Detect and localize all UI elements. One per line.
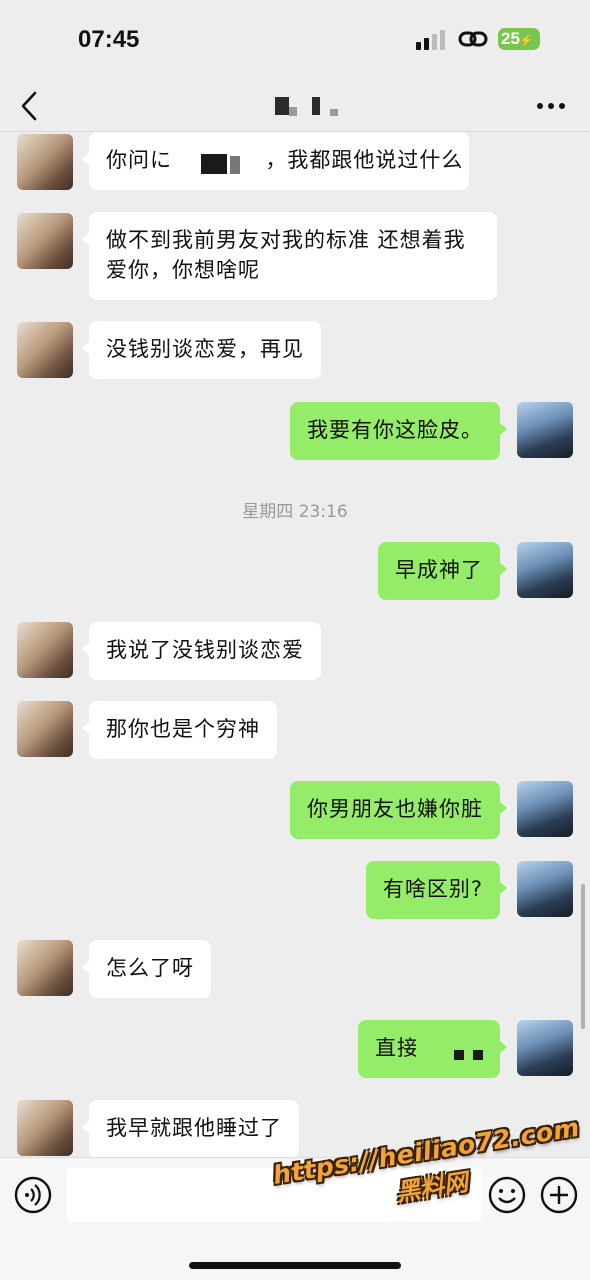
redaction-mosaic <box>201 154 227 174</box>
redaction-mosaic <box>230 156 240 174</box>
contact-avatar[interactable] <box>17 1100 73 1156</box>
nav-bar <box>0 80 590 132</box>
message-text: 怎么了呀 <box>106 956 194 980</box>
contact-avatar[interactable] <box>17 322 73 378</box>
message-bubble[interactable]: 我要有你这脸皮。 <box>290 402 507 460</box>
chat-area[interactable]: 你问に ，我都跟他说过什么 做不到我前男友对我的标准 还想着我爱你，你想啥呢 没… <box>0 132 590 1157</box>
message-bubble[interactable]: 直接 <box>358 1020 507 1078</box>
signal-icon <box>416 30 445 50</box>
message-bubble[interactable]: 做不到我前男友对我的标准 还想着我爱你，你想啥呢 <box>82 212 497 300</box>
message-bubble[interactable]: 你问に ，我都跟他说过什么 <box>82 132 469 190</box>
message-bubble[interactable]: 我说了没钱别谈恋爱 <box>82 622 321 680</box>
status-time: 07:45 <box>78 26 140 53</box>
message-text: 我要有你这脸皮。 <box>307 418 483 442</box>
redaction-mosaic <box>473 1050 483 1060</box>
contact-avatar[interactable] <box>17 940 73 996</box>
message-text: 我早就跟他睡过了 <box>106 1116 282 1140</box>
link-icon <box>458 31 488 47</box>
contact-avatar[interactable] <box>17 622 73 678</box>
redaction-mosaic <box>416 1026 440 1072</box>
ellipsis-icon[interactable] <box>536 102 566 110</box>
message-text: 早成神了 <box>395 558 483 582</box>
my-avatar[interactable] <box>517 781 573 837</box>
message-bubble[interactable]: 早成神了 <box>378 542 507 600</box>
message-text: 那你也是个穷神 <box>106 717 260 741</box>
message-bubble[interactable]: 你男朋友也嫌你脏 <box>290 781 507 839</box>
contact-avatar[interactable] <box>17 213 73 269</box>
voice-icon[interactable] <box>14 1176 52 1214</box>
chat-timestamp: 星期四 23:16 <box>242 502 348 522</box>
contact-avatar[interactable] <box>17 701 73 757</box>
message-text: 你问に <box>106 148 172 172</box>
my-avatar[interactable] <box>517 1020 573 1076</box>
message-bubble[interactable]: 有啥区别? <box>365 861 508 919</box>
message-text: 我说了没钱别谈恋爱 <box>106 638 304 662</box>
contact-avatar[interactable] <box>17 134 73 190</box>
battery-indicator: 25⚡ <box>498 28 540 50</box>
redaction-mosaic <box>454 1050 464 1060</box>
chevron-left-icon[interactable] <box>18 90 42 122</box>
battery-level: 25 <box>501 29 520 48</box>
message-text: 你男朋友也嫌你脏 <box>307 797 483 821</box>
status-bar: 07:45 25⚡ <box>0 0 590 80</box>
message-text: ，我都跟他说过什么 <box>265 148 464 172</box>
message-bubble[interactable]: 那你也是个穷神 <box>82 701 277 759</box>
home-indicator[interactable] <box>189 1262 401 1269</box>
message-bubble[interactable]: 怎么了呀 <box>82 940 211 998</box>
message-text: 做不到我前男友对我的标准 还想着我爱你，你想啥呢 <box>106 228 466 282</box>
message-text: 有啥区别? <box>382 877 483 901</box>
my-avatar[interactable] <box>517 861 573 917</box>
charging-icon: ⚡ <box>519 35 534 47</box>
message-bubble[interactable]: 没钱别谈恋爱，再见 <box>82 321 321 379</box>
scrollbar[interactable] <box>581 884 585 1029</box>
message-text: 没钱别谈恋爱，再见 <box>106 337 304 361</box>
message-text: 直接 <box>375 1036 419 1060</box>
my-avatar[interactable] <box>517 402 573 458</box>
message-bubble[interactable]: 我早就跟他睡过了 <box>82 1100 299 1157</box>
my-avatar[interactable] <box>517 542 573 598</box>
